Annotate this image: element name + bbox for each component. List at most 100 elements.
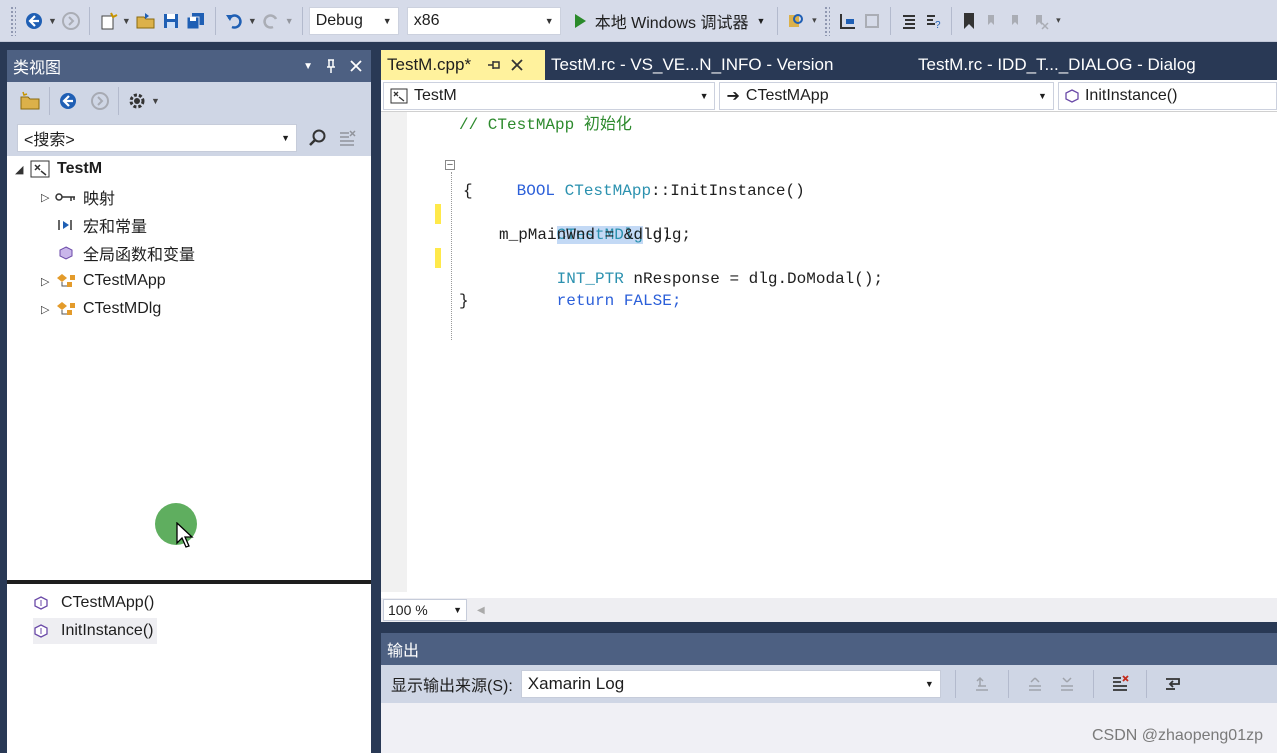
play-icon <box>574 13 586 28</box>
open-file-icon[interactable] <box>133 6 159 36</box>
chevron-down-icon: ▼ <box>382 15 392 26</box>
code-line-return: return FALSE; <box>499 268 682 310</box>
back-dropdown-icon[interactable]: ▼ <box>46 6 59 36</box>
find-message-icon[interactable] <box>970 669 994 699</box>
settings-dropdown-icon[interactable]: ▼ <box>149 86 162 116</box>
member-item-ctestmapp[interactable]: CTestMApp() <box>33 590 154 616</box>
close-icon[interactable] <box>349 59 363 73</box>
pin-icon[interactable] <box>325 58 337 74</box>
macro-icon <box>55 215 77 235</box>
class-icon <box>55 271 77 291</box>
outline-guide <box>451 172 452 340</box>
redo-icon[interactable] <box>259 6 283 36</box>
code-text-area[interactable]: // CTestMApp 初始化 − BOOL CTestMApp::InitI… <box>381 112 1277 592</box>
toolbar-grip[interactable] <box>824 5 831 36</box>
changed-line-marker <box>435 204 441 224</box>
tree-item-ctestmdlg[interactable]: ▷ CTestMDlg <box>41 296 161 322</box>
forward-icon[interactable] <box>88 86 112 116</box>
collapse-arrow-icon[interactable]: ▷ <box>41 303 55 316</box>
code-editor: TestM.cpp* TestM.rc - VS_VE...N_INFO - V… <box>381 50 1277 622</box>
tab-testm-cpp[interactable]: TestM.cpp* <box>381 50 545 80</box>
undo-dropdown-icon[interactable]: ▼ <box>246 6 259 36</box>
zoom-value: 100 % <box>388 602 428 618</box>
back-icon[interactable] <box>22 6 46 36</box>
comment-lines-icon[interactable] <box>897 6 921 36</box>
uncomment-lines-icon[interactable]: ? <box>921 6 945 36</box>
member-select[interactable]: InitInstance() <box>1057 81 1277 110</box>
tree-item-ctestmapp[interactable]: ▷ CTestMApp <box>41 268 166 294</box>
pin-icon[interactable] <box>487 59 501 71</box>
previous-bookmark-icon[interactable] <box>980 6 1004 36</box>
output-source-value: Xamarin Log <box>527 674 625 693</box>
back-icon[interactable] <box>56 86 80 116</box>
start-debugger-button[interactable]: 本地 Windows 调试器 ▼ <box>567 6 772 36</box>
toolbar-grip[interactable] <box>10 5 16 36</box>
next-bookmark-icon[interactable] <box>1004 6 1028 36</box>
new-dropdown-icon[interactable]: ▼ <box>120 6 133 36</box>
new-project-icon[interactable] <box>96 6 120 36</box>
tab-dialog-resource[interactable]: TestM.rc - IDD_T..._DIALOG - Dialog <box>918 50 1196 80</box>
search-settings-icon[interactable] <box>337 128 357 148</box>
settings-gear-icon[interactable] <box>125 86 149 116</box>
tree-item-maps[interactable]: ▷ 映射 <box>41 184 115 210</box>
forward-icon[interactable] <box>59 6 83 36</box>
code-keyword: FALSE; <box>614 292 682 310</box>
collapse-arrow-icon[interactable]: ▷ <box>41 191 55 204</box>
main-toolbar: ▼ ▼ ▼ ▼ Debug ▼ x86 ▼ 本地 Windows 调试器 ▼ ▾ <box>0 0 1277 42</box>
changed-line-marker <box>435 248 441 268</box>
clear-bookmarks-icon[interactable] <box>1028 6 1052 36</box>
project-select[interactable]: TestM ▼ <box>383 81 716 110</box>
output-source-select[interactable]: Xamarin Log ▼ <box>520 670 941 698</box>
members-list: CTestMApp() InitInstance() <box>7 584 371 744</box>
tree-item-label: 宏和常量 <box>83 219 148 236</box>
collapse-arrow-icon[interactable]: ▷ <box>41 275 55 288</box>
class-select[interactable]: ➔ CTestMApp ▼ <box>719 81 1054 110</box>
bookmark-icon[interactable] <box>958 6 980 36</box>
editor-margin <box>381 112 407 592</box>
code-line-function-signature: BOOL CTestMApp::InitInstance() <box>459 158 805 200</box>
collapse-region-icon[interactable]: − <box>445 160 455 171</box>
step-icon[interactable] <box>836 6 860 36</box>
class-view-toolbar: ▼ <box>7 82 371 120</box>
tree-item-globals[interactable]: 全局函数和变量 <box>41 240 195 266</box>
tree-root-testm[interactable]: ◢ TestM <box>15 156 102 182</box>
tree-item-label: 映射 <box>83 191 116 208</box>
tab-label: TestM.rc - VS_VE...N_INFO - Version <box>551 55 834 74</box>
save-icon[interactable] <box>159 6 183 36</box>
close-tab-icon[interactable] <box>511 59 523 71</box>
next-message-icon[interactable] <box>1055 669 1079 699</box>
svg-text:?: ? <box>935 20 941 31</box>
new-folder-icon[interactable] <box>17 86 43 116</box>
scroll-left-icon[interactable]: ◀ <box>477 605 485 616</box>
platform-select[interactable]: x86 ▼ <box>406 6 561 35</box>
tree-item-macros[interactable]: 宏和常量 <box>41 212 147 238</box>
search-icon[interactable] <box>307 128 327 148</box>
previous-message-icon[interactable] <box>1023 669 1047 699</box>
tab-label: TestM.cpp* <box>387 55 472 74</box>
redo-dropdown-icon[interactable]: ▼ <box>283 6 296 36</box>
member-item-initinstance[interactable]: InitInstance() <box>33 618 158 644</box>
step-over-icon[interactable] <box>860 6 884 36</box>
panel-menu-icon[interactable]: ▼ <box>303 61 313 72</box>
platform-value: x86 <box>413 11 440 29</box>
class-view-search-row: <搜索> ▼ <box>7 120 371 156</box>
configuration-value: Debug <box>315 11 363 29</box>
tab-version-resource[interactable]: TestM.rc - VS_VE...N_INFO - Version <box>551 50 833 80</box>
member-label: CTestMApp() <box>61 594 155 611</box>
clear-all-icon[interactable] <box>1108 669 1132 699</box>
save-all-icon[interactable] <box>183 6 209 36</box>
configuration-select[interactable]: Debug ▼ <box>308 6 399 35</box>
output-title: 输出 <box>387 643 420 660</box>
word-wrap-icon[interactable] <box>1161 669 1185 699</box>
toolbar-overflow-icon[interactable]: ▾ <box>1052 6 1064 36</box>
toolbar-overflow-icon[interactable]: ▾ <box>808 6 820 36</box>
global-function-icon <box>55 243 77 263</box>
key-icon <box>55 187 77 207</box>
code-keyword: BOOL <box>516 182 556 200</box>
undo-icon[interactable] <box>222 6 246 36</box>
zoom-select[interactable]: 100 % ▼ <box>383 599 467 621</box>
class-view-title: 类视图 <box>13 60 62 77</box>
expand-arrow-icon[interactable]: ◢ <box>15 163 29 176</box>
class-view-search-input[interactable]: <搜索> ▼ <box>17 124 297 152</box>
find-in-files-icon[interactable] <box>784 6 808 36</box>
